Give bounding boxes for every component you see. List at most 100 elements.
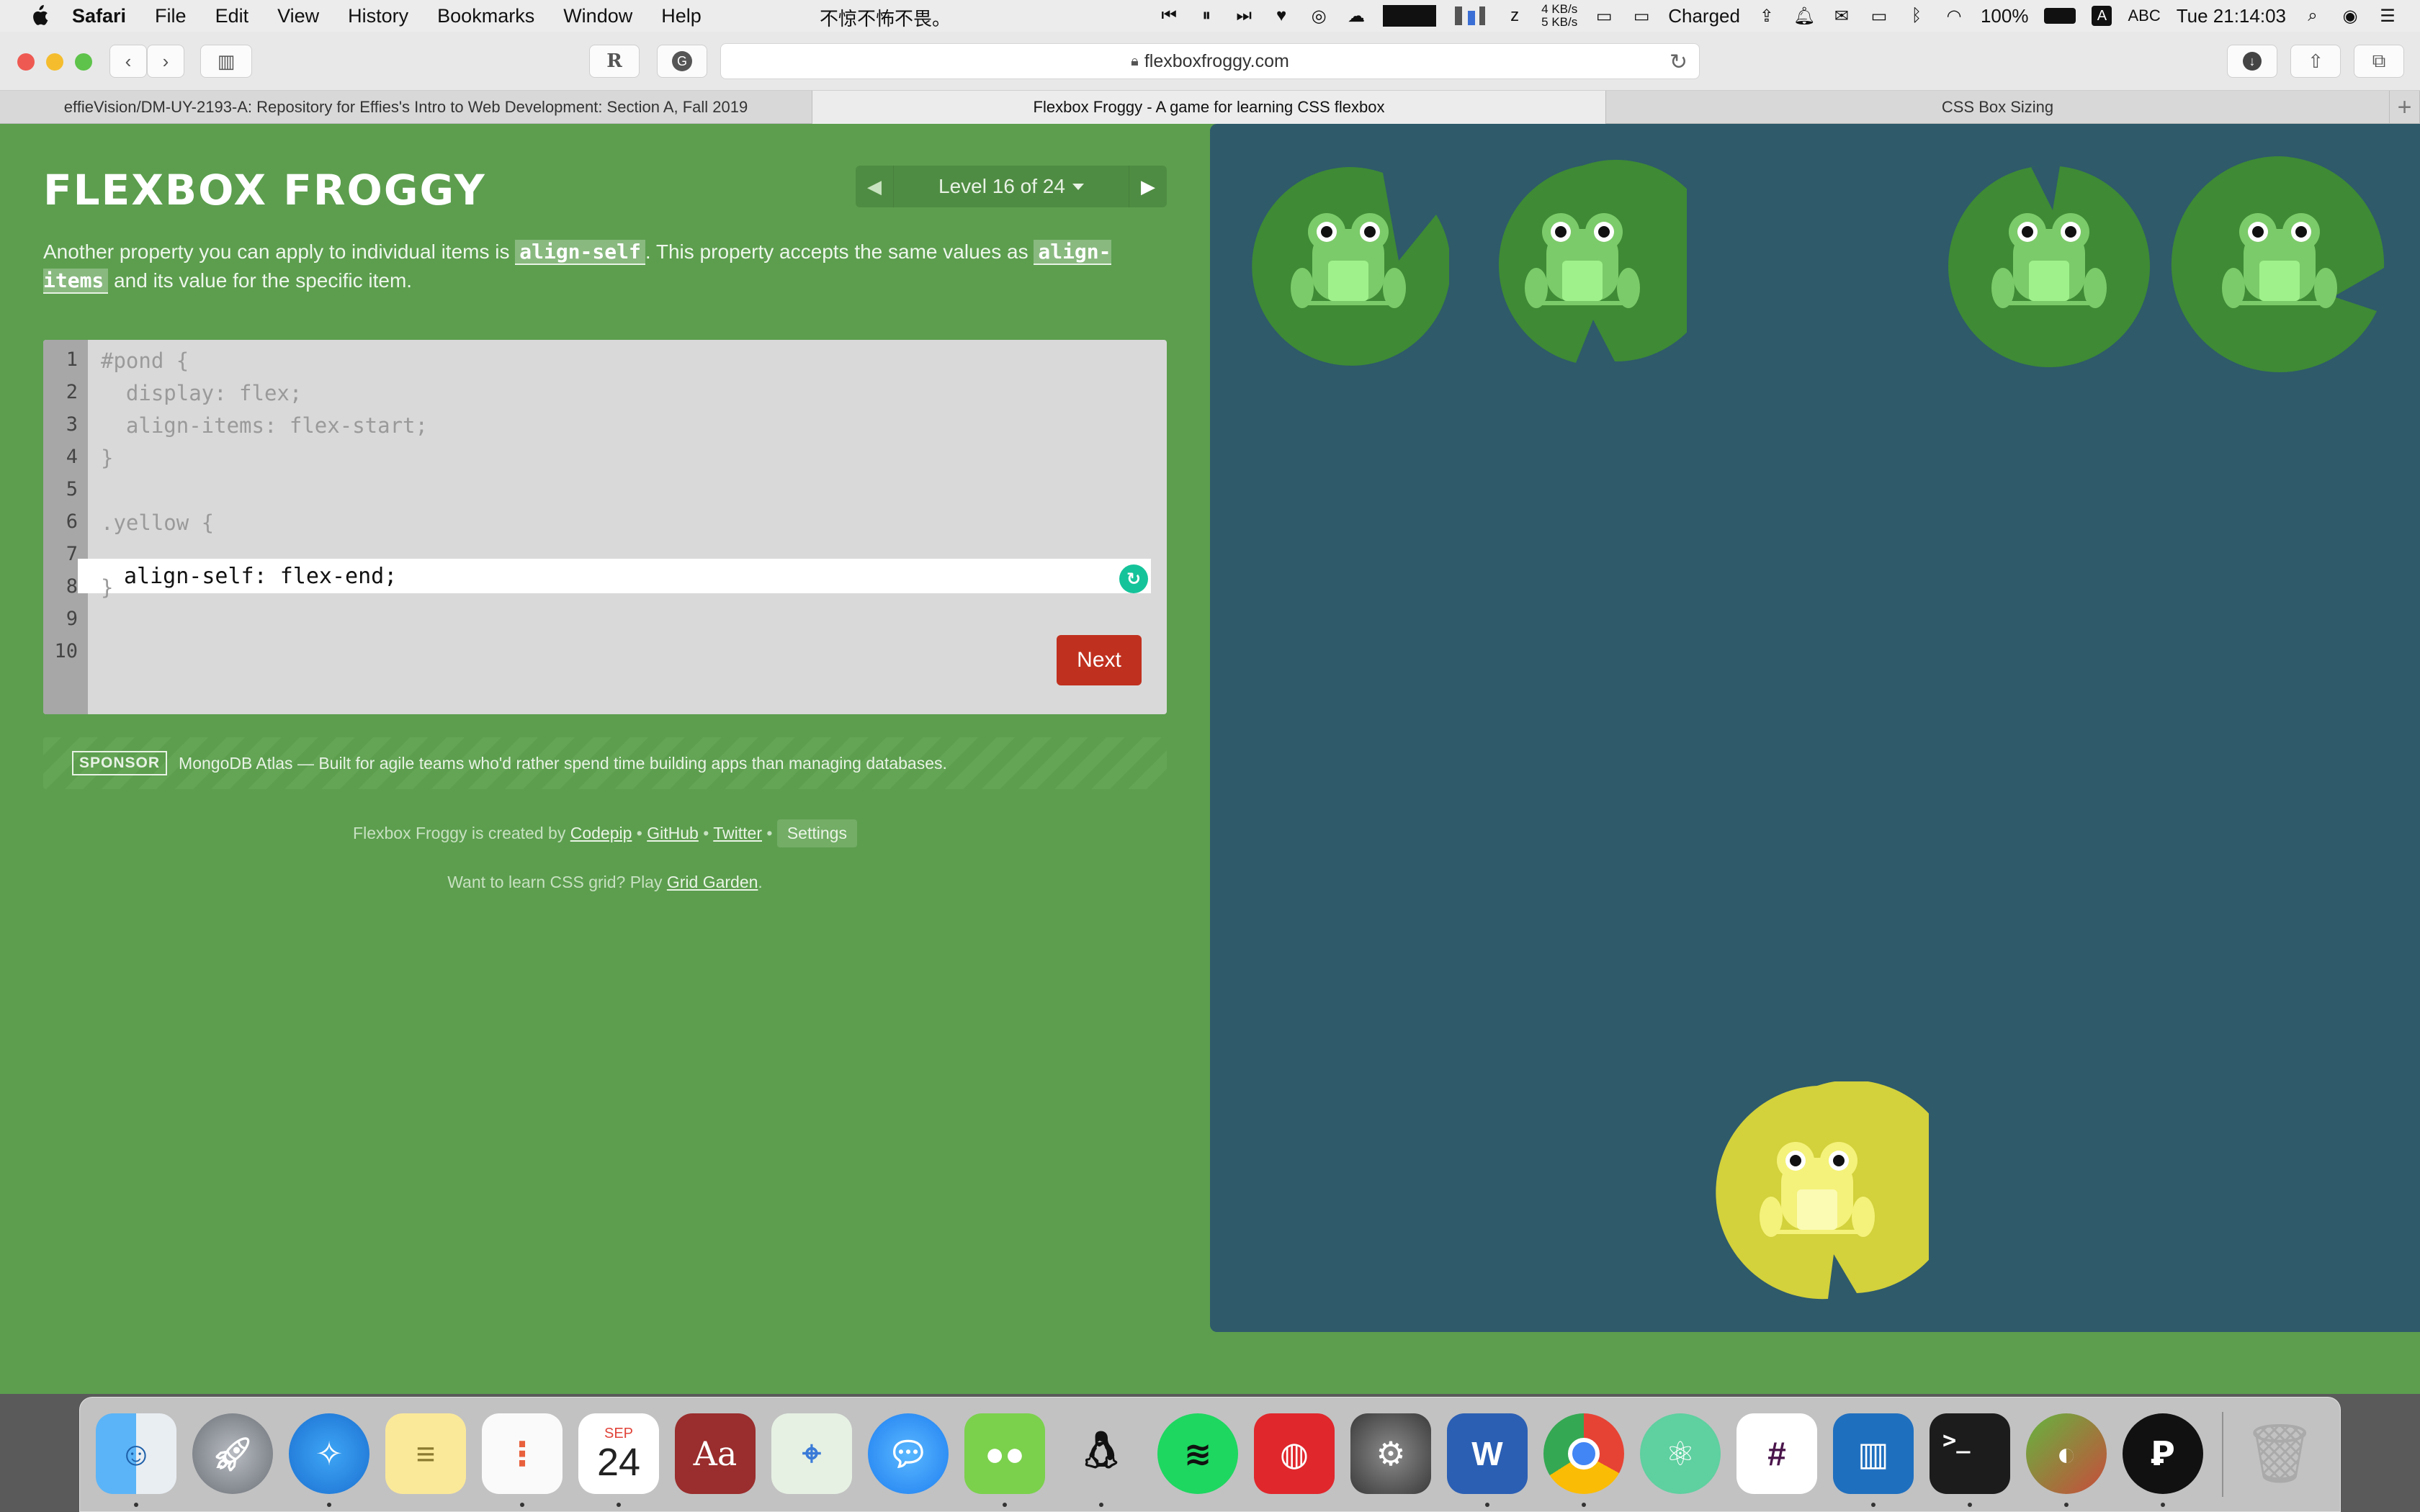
- previous-track-icon[interactable]: ⏮: [1158, 5, 1180, 27]
- terminal-icon[interactable]: >_: [1930, 1413, 2010, 1494]
- sleep-icon[interactable]: z: [1504, 5, 1525, 27]
- separator: •: [698, 824, 714, 842]
- menu-view[interactable]: View: [277, 5, 319, 27]
- spiral-icon[interactable]: ◎: [1308, 5, 1330, 27]
- forward-button[interactable]: ›: [147, 45, 184, 78]
- qq-icon[interactable]: 🐧︎: [1061, 1413, 1142, 1494]
- plus-icon: +: [2397, 93, 2412, 121]
- grammarly-icon[interactable]: ↻: [1119, 564, 1148, 593]
- line-number: 1: [66, 348, 78, 371]
- launchpad-icon[interactable]: 🚀︎: [192, 1413, 273, 1494]
- netease-music-icon[interactable]: ◍: [1254, 1413, 1335, 1494]
- word-icon[interactable]: W: [1447, 1413, 1528, 1494]
- battery-indicator-icon[interactable]: ▭: [1631, 5, 1652, 27]
- running-indicator: [1871, 1503, 1876, 1507]
- sponsor-text[interactable]: MongoDB Atlas — Built for agile teams wh…: [179, 754, 947, 773]
- previous-level-button[interactable]: ◀: [856, 166, 893, 207]
- atom-icon[interactable]: ⚛: [1640, 1413, 1721, 1494]
- safari-icon[interactable]: ✧: [289, 1413, 369, 1494]
- grid-garden-link[interactable]: Grid Garden: [667, 873, 758, 891]
- cloud-icon[interactable]: ☁: [1345, 5, 1367, 27]
- menu-file[interactable]: File: [155, 5, 187, 27]
- cpu-graph[interactable]: [1383, 5, 1437, 27]
- tab-css-box-sizing[interactable]: CSS Box Sizing: [1606, 91, 2390, 124]
- downloads-button[interactable]: ↓: [2227, 45, 2277, 78]
- reminders-icon[interactable]: ⋮: [482, 1413, 563, 1494]
- maps-icon[interactable]: ⌖: [771, 1413, 852, 1494]
- dictionary-icon[interactable]: Aa: [675, 1413, 756, 1494]
- network-speed[interactable]: 4 KB/s 5 KB/s: [1541, 3, 1577, 29]
- bell-icon[interactable]: 🔔︎: [1793, 5, 1815, 27]
- close-window-button[interactable]: [17, 53, 35, 71]
- notification-center-icon[interactable]: ☰: [2377, 5, 2398, 27]
- input-method[interactable]: ABC: [2128, 6, 2160, 25]
- menu-help[interactable]: Help: [661, 5, 702, 27]
- sublime-merge-icon[interactable]: ◐: [2026, 1413, 2107, 1494]
- ableton-icon[interactable]: Ꝑ: [2123, 1413, 2203, 1494]
- input-source-icon[interactable]: A: [2092, 6, 2112, 26]
- reload-icon[interactable]: ↻: [1670, 50, 1688, 75]
- wifi-icon[interactable]: ◠: [1943, 5, 1965, 27]
- finder-icon[interactable]: ☺: [96, 1413, 176, 1494]
- running-indicator: [1003, 1503, 1007, 1507]
- display-icon[interactable]: ▭: [1593, 5, 1615, 27]
- address-bar[interactable]: 🔒︎ flexboxfroggy.com ↻: [720, 43, 1700, 79]
- twitter-link[interactable]: Twitter: [713, 824, 762, 842]
- minimize-window-button[interactable]: [46, 53, 63, 71]
- bluetooth-icon[interactable]: ᛒ: [1906, 5, 1927, 27]
- next-track-icon[interactable]: ⏭: [1233, 5, 1255, 27]
- line-number: 4: [66, 446, 78, 468]
- download-icon: ↓: [2243, 52, 2262, 71]
- sponsor-banner[interactable]: SPONSOR MongoDB Atlas — Built for agile …: [43, 737, 1167, 789]
- apple-menu-icon[interactable]: [29, 4, 49, 27]
- wechat-app-icon[interactable]: ●●: [964, 1413, 1045, 1494]
- messages-icon[interactable]: 💬︎: [868, 1413, 949, 1494]
- new-tab-button[interactable]: +: [2390, 91, 2420, 124]
- css-answer-input[interactable]: [78, 559, 1151, 593]
- next-level-button[interactable]: ▶: [1129, 166, 1167, 207]
- tab-overview-button[interactable]: ⧉: [2354, 45, 2404, 78]
- clock[interactable]: Tue 21:14:03: [2177, 5, 2286, 27]
- battery-state-text[interactable]: Charged: [1668, 5, 1740, 27]
- calendar-icon[interactable]: SEP 24: [578, 1413, 659, 1494]
- airplay-icon[interactable]: ▭: [1868, 5, 1890, 27]
- grammarly-extension-button[interactable]: G: [657, 45, 707, 78]
- back-button[interactable]: ‹: [109, 45, 147, 78]
- menu-edit[interactable]: Edit: [215, 5, 249, 27]
- heart-icon[interactable]: ♥: [1270, 5, 1292, 27]
- siri-icon[interactable]: ◉: [2339, 5, 2361, 27]
- battery-percent[interactable]: 100%: [1981, 5, 2029, 27]
- spotify-icon[interactable]: ≋: [1157, 1413, 1238, 1494]
- tab-flexbox-froggy[interactable]: Flexbox Froggy - A game for learning CSS…: [812, 91, 1606, 124]
- share-button[interactable]: ⇧: [2290, 45, 2341, 78]
- sidebar-toggle-button[interactable]: ▥: [200, 45, 252, 78]
- readability-extension-button[interactable]: R: [589, 45, 640, 78]
- system-preferences-icon[interactable]: ⚙: [1350, 1413, 1431, 1494]
- slack-icon[interactable]: #: [1736, 1413, 1817, 1494]
- chrome-icon[interactable]: [1543, 1413, 1624, 1494]
- r-icon: R: [606, 50, 622, 72]
- wechat-icon[interactable]: ✉: [1831, 5, 1852, 27]
- menu-history[interactable]: History: [348, 5, 408, 27]
- zoom-window-button[interactable]: [75, 53, 92, 71]
- upload-icon[interactable]: ⇪: [1756, 5, 1778, 27]
- trash-icon[interactable]: 🗑︎: [2239, 1413, 2320, 1494]
- memory-graph-icon[interactable]: [1452, 5, 1488, 27]
- codepip-link[interactable]: Codepip: [570, 824, 632, 842]
- menu-app-name[interactable]: Safari: [72, 5, 126, 27]
- level-dropdown[interactable]: Level 16 of 24: [893, 166, 1129, 207]
- line-number: 5: [66, 478, 78, 500]
- pause-icon[interactable]: ⏸: [1196, 5, 1217, 27]
- battery-icon[interactable]: [2044, 8, 2076, 24]
- trello-icon[interactable]: ▥: [1833, 1413, 1914, 1494]
- grid-garden-promo: Want to learn CSS grid? Play Grid Garden…: [0, 873, 1210, 892]
- github-link[interactable]: GitHub: [647, 824, 699, 842]
- settings-button[interactable]: Settings: [776, 819, 857, 847]
- notes-icon[interactable]: ≡: [385, 1413, 466, 1494]
- tab-github-repo[interactable]: effieVision/DM-UY-2193-A: Repository for…: [0, 91, 812, 124]
- spotlight-search-icon[interactable]: ⌕: [2302, 5, 2323, 27]
- menu-window[interactable]: Window: [563, 5, 632, 27]
- promo-text: .: [758, 873, 763, 891]
- menu-bookmarks[interactable]: Bookmarks: [437, 5, 534, 27]
- next-button[interactable]: Next: [1057, 635, 1142, 685]
